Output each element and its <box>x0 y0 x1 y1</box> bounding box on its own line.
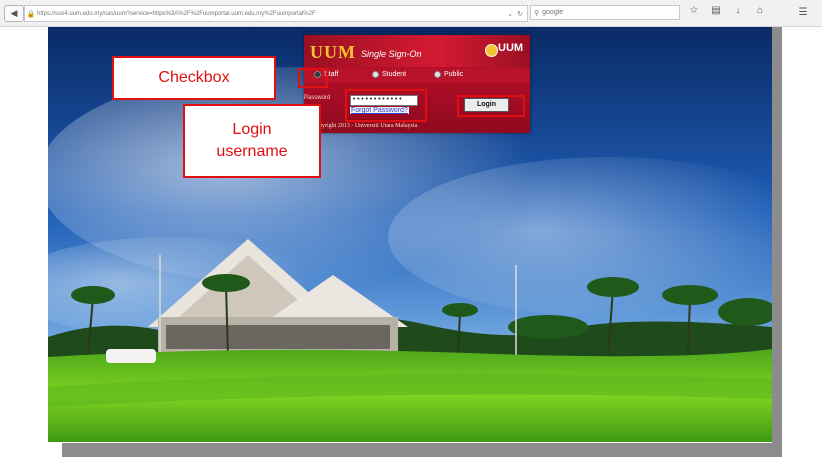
url-controls: ⌄ ↻ <box>507 10 527 18</box>
role-student-label: Student <box>382 71 407 78</box>
home-icon[interactable]: ⌂ <box>754 5 766 16</box>
checkbox-highlight <box>298 68 328 88</box>
copyright-text: Copyright 2013 - Universiti Utara Malays… <box>312 123 418 129</box>
bookmarks-icon[interactable]: ▤ <box>710 5 722 16</box>
role-public[interactable]: Public <box>434 71 463 78</box>
password-label: Password <box>304 95 331 101</box>
address-bar[interactable]: 🔒 https://sso4.uum.edu.my/cas/uum?servic… <box>24 5 528 22</box>
checkbox-callout: Checkbox <box>112 56 276 100</box>
download-icon[interactable]: ↓ <box>732 5 744 16</box>
checkbox-callout-text: Checkbox <box>158 69 230 87</box>
panel-header: UUM Single Sign-On UUM <box>304 35 530 67</box>
search-bar[interactable]: ⚲ <box>530 5 680 20</box>
dropdown-icon[interactable]: ⌄ <box>507 10 513 18</box>
page-shadow-bottom <box>62 443 782 457</box>
role-student[interactable]: Student <box>372 71 406 78</box>
university-crest-icon <box>485 44 498 57</box>
reload-icon[interactable]: ↻ <box>517 10 523 18</box>
browser-toolbar: ◀ 🔒 https://sso4.uum.edu.my/cas/uum?serv… <box>0 0 822 27</box>
username-callout-line1: Login <box>232 121 272 139</box>
role-public-label: Public <box>444 71 464 78</box>
menu-icon[interactable]: ☰ <box>794 5 812 20</box>
toolbar-icons: ☆ ▤ ↓ ⌂ <box>688 5 766 16</box>
search-icon: ⚲ <box>534 9 540 17</box>
username-callout: Login username <box>183 104 321 178</box>
panel-subtitle: Single Sign-On <box>361 49 422 59</box>
star-icon[interactable]: ☆ <box>688 5 700 16</box>
role-selector: Staff Student Public <box>304 69 530 83</box>
radio-public[interactable] <box>434 71 441 78</box>
login-button-highlight <box>457 95 525 117</box>
brand-logo-right: UUM <box>498 42 524 54</box>
page-shadow-right <box>772 26 782 443</box>
radio-student[interactable] <box>372 71 379 78</box>
back-arrow-icon[interactable]: ◀ <box>4 5 24 22</box>
search-input[interactable] <box>542 9 653 16</box>
lock-icon: 🔒 <box>26 10 36 18</box>
username-highlight <box>345 89 427 122</box>
brand-logo: UUM <box>310 42 356 62</box>
url-text: https://sso4.uum.edu.my/cas/uum?service=… <box>37 10 316 17</box>
username-callout-line2: username <box>216 143 288 160</box>
